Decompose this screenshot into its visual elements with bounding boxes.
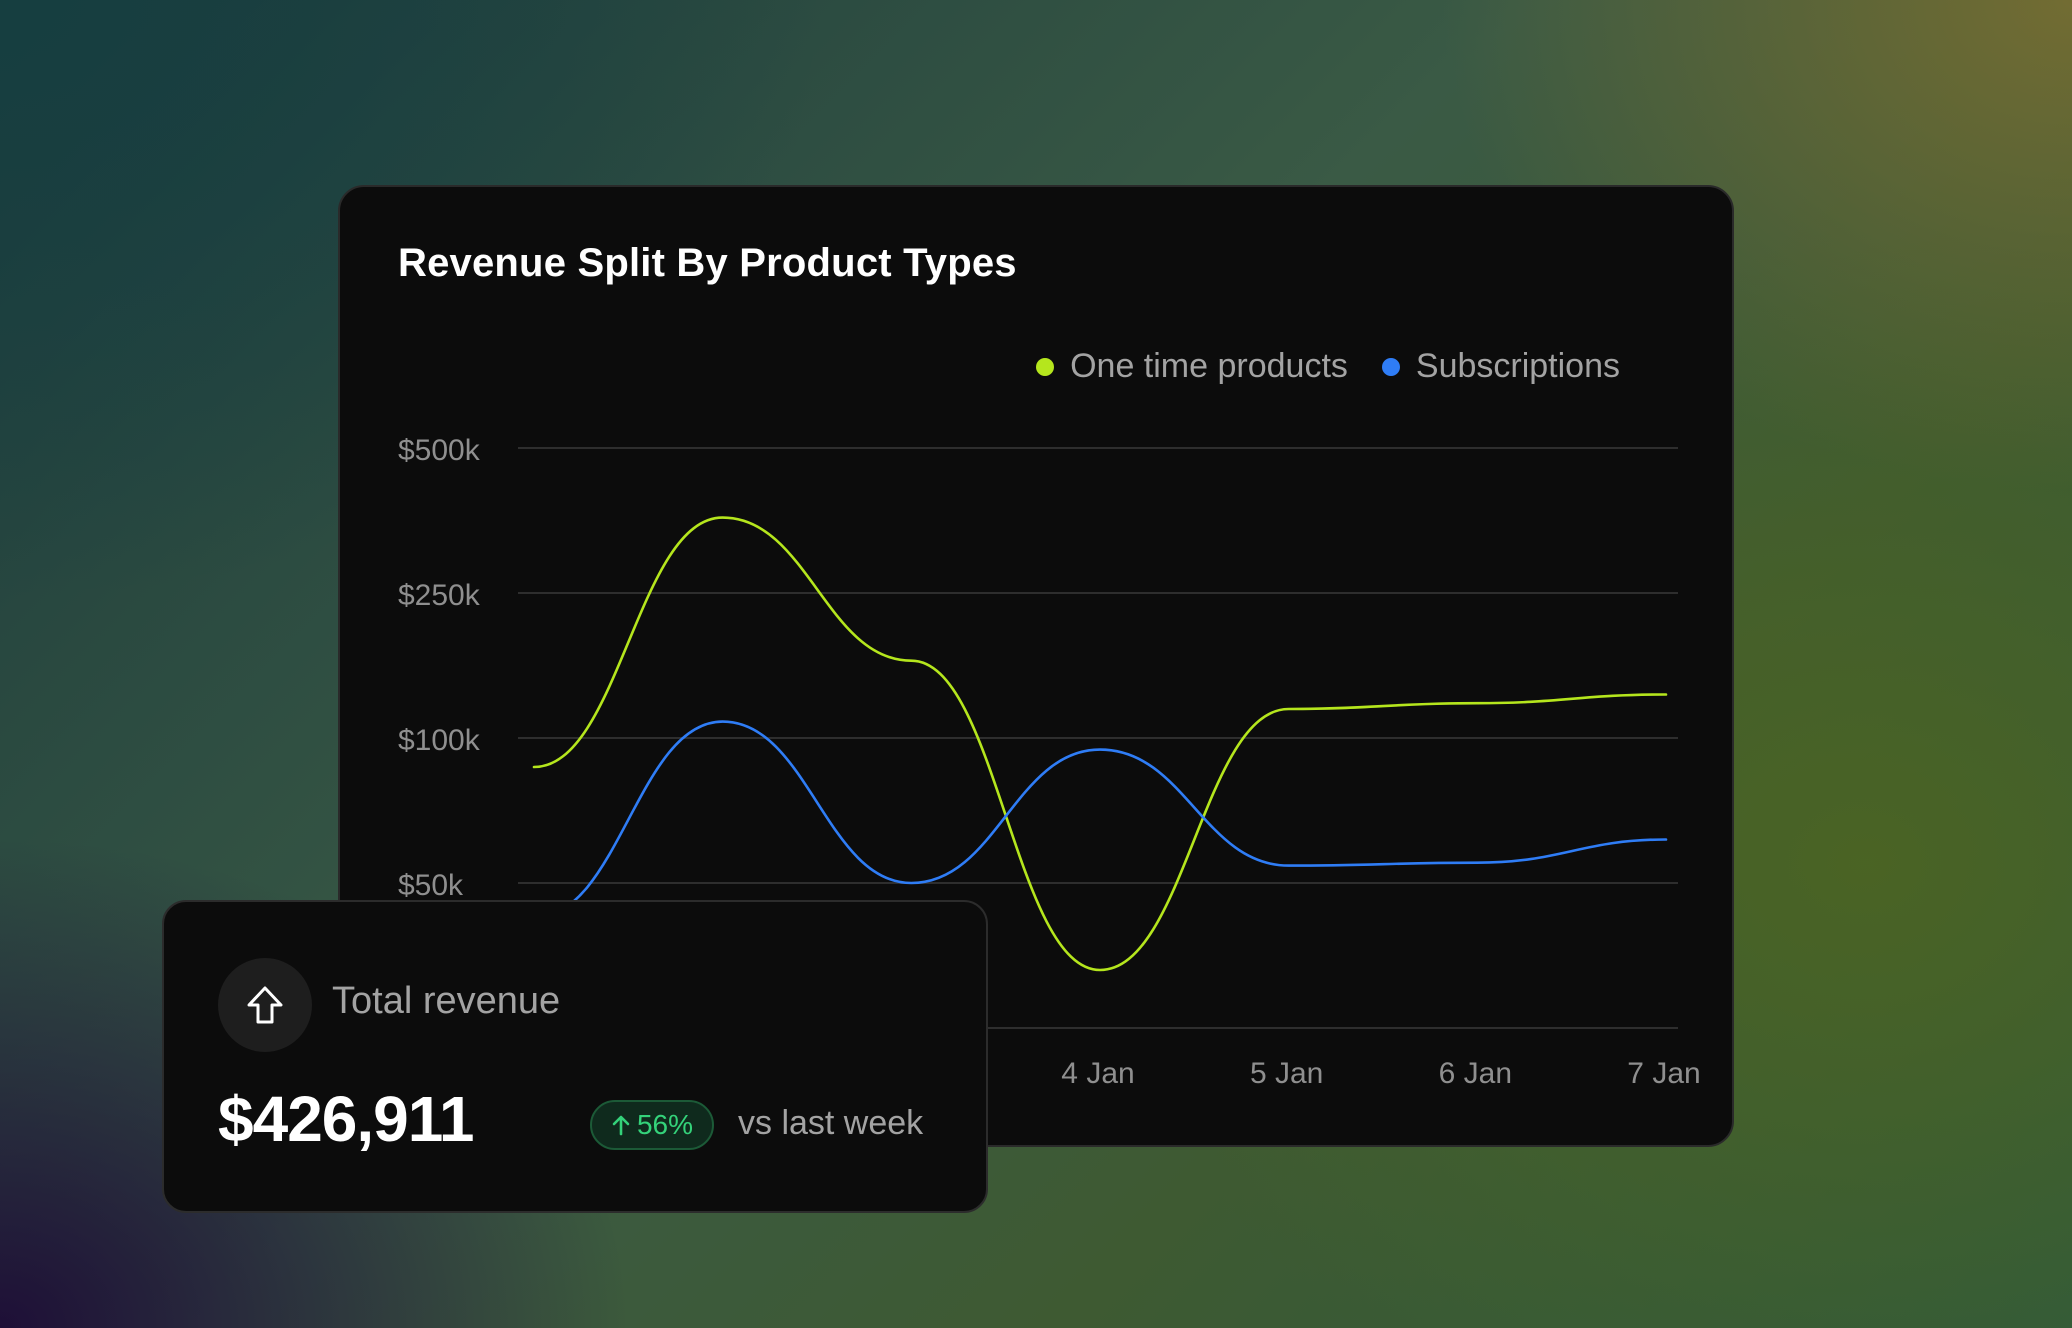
x-tick-label: 7 Jan bbox=[1627, 1057, 1700, 1090]
change-badge: 56% bbox=[590, 1100, 714, 1150]
x-tick-label: 6 Jan bbox=[1439, 1057, 1512, 1090]
total-revenue-label: Total revenue bbox=[332, 980, 561, 1022]
y-tick-label: $500k bbox=[398, 434, 481, 467]
comparison-text: vs last week bbox=[738, 1104, 924, 1142]
y-tick-label: $100k bbox=[398, 724, 481, 757]
x-tick-label: 4 Jan bbox=[1061, 1057, 1134, 1090]
change-percent: 56% bbox=[636, 1109, 694, 1140]
arrow-up-icon bbox=[218, 958, 312, 1052]
y-tick-label: $50k bbox=[398, 869, 464, 902]
y-tick-label: $250k bbox=[398, 579, 481, 612]
trend-up-icon bbox=[612, 1115, 630, 1136]
x-tick-label: 5 Jan bbox=[1250, 1057, 1323, 1090]
total-revenue-card: Total revenue $426,911 56% vs last week bbox=[162, 900, 988, 1213]
total-revenue-value: $426,911 bbox=[218, 1083, 474, 1155]
series-line-subscriptions bbox=[532, 720, 1668, 920]
